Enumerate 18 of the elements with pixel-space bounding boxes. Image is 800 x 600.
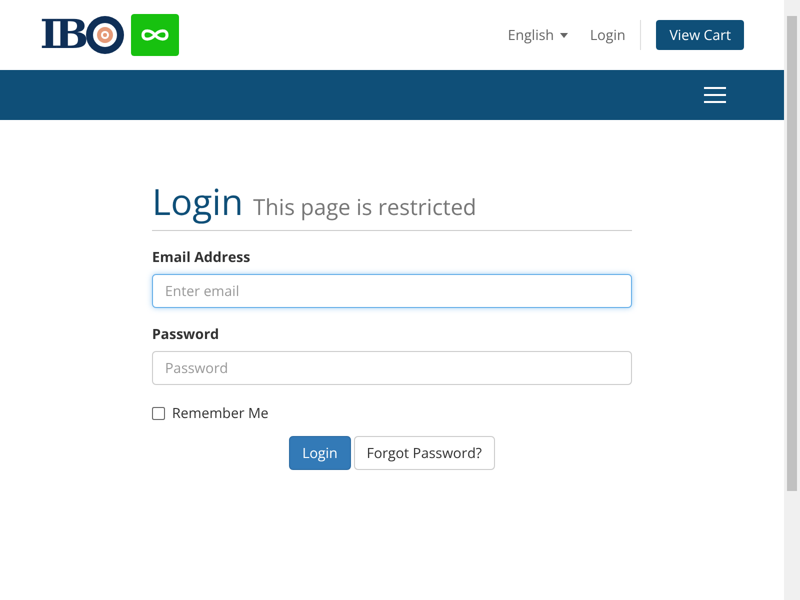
page-subtitle: This page is restricted [253,191,476,224]
view-cart-button[interactable]: View Cart [656,20,744,50]
checkbox-label: Remember Me [172,403,269,424]
field-label: Password [152,324,220,345]
menu-icon[interactable] [704,87,726,103]
input-field[interactable]: Password [152,351,632,385]
target-icon [84,15,125,55]
logo-text: IB [40,15,85,55]
input-field[interactable]: Enter email [152,274,632,308]
language-dropdown[interactable]: English [508,24,568,46]
caret-icon [560,32,568,38]
checkbox[interactable] [152,407,165,420]
infinity-icon [130,14,179,56]
field-label: Email Address [152,247,252,268]
login-button[interactable]: Login [289,436,351,470]
scrollbar[interactable] [784,0,800,600]
login-link[interactable]: Login [590,24,626,46]
forgot-password-button[interactable]: Forgot Password? [354,436,495,470]
